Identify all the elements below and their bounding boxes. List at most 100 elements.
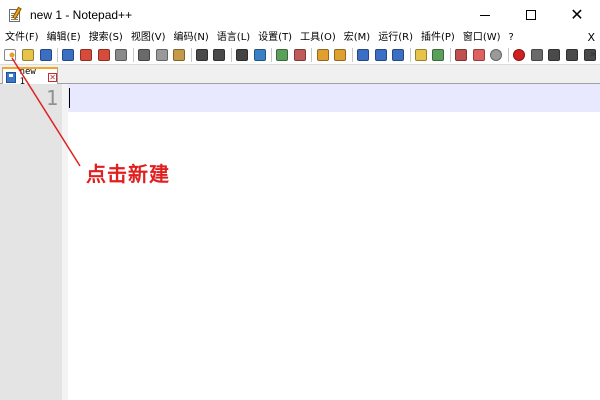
line-number-gutter: 1 xyxy=(0,84,68,400)
paste-button[interactable] xyxy=(172,47,187,63)
close-file-icon xyxy=(79,49,92,61)
sync-horizontal-icon xyxy=(334,49,347,61)
notepad-app-icon xyxy=(7,6,23,23)
saved-file-icon xyxy=(6,71,16,83)
menu-tools[interactable]: 工具(O) xyxy=(296,30,340,46)
doc-map-icon xyxy=(414,49,427,61)
menu-settings[interactable]: 设置(T) xyxy=(254,30,296,46)
minimize-button[interactable] xyxy=(462,0,508,30)
minimize-icon xyxy=(480,14,490,16)
close-button[interactable]: ✕ xyxy=(554,0,600,30)
close-all-button[interactable] xyxy=(96,47,111,63)
tab-new-1[interactable]: new 1 ✕ xyxy=(2,67,58,87)
redo-button[interactable] xyxy=(212,47,227,63)
indent-guide-button[interactable] xyxy=(391,47,406,63)
annotation-label: 点击新建 xyxy=(86,162,170,186)
toolbar-separator xyxy=(271,48,273,62)
toolbar-separator xyxy=(449,48,451,62)
open-file-button[interactable] xyxy=(21,47,36,63)
undo-button[interactable] xyxy=(194,47,209,63)
play-multiple-button[interactable] xyxy=(565,47,580,63)
menu-view[interactable]: 视图(V) xyxy=(127,30,170,46)
line-number: 1 xyxy=(45,86,58,110)
find-button[interactable] xyxy=(235,47,250,63)
oval-icon xyxy=(490,49,503,61)
word-wrap-icon xyxy=(356,49,369,61)
window-title: new 1 - Notepad++ xyxy=(30,8,133,22)
toolbar-overflow-icon[interactable]: » xyxy=(590,46,596,64)
record-macro-icon xyxy=(513,49,526,61)
toolbar-separator xyxy=(230,48,232,62)
doc-map-button[interactable] xyxy=(413,47,428,63)
new-file-icon xyxy=(4,49,17,61)
save-all-button[interactable] xyxy=(61,47,76,63)
menu-file[interactable]: 文件(F) xyxy=(0,30,43,46)
menu-macro[interactable]: 宏(M) xyxy=(340,30,374,46)
folder-workspace-button[interactable] xyxy=(454,47,469,63)
sync-horizontal-button[interactable] xyxy=(333,47,348,63)
find-icon xyxy=(236,49,249,61)
sync-vertical-icon xyxy=(316,49,329,61)
show-all-chars-button[interactable] xyxy=(373,47,388,63)
oval-button[interactable] xyxy=(489,47,504,63)
new-file-button[interactable] xyxy=(3,47,18,63)
close-document-button[interactable]: X xyxy=(587,30,595,46)
open-file-icon xyxy=(22,49,34,61)
fold-margin[interactable] xyxy=(62,84,68,400)
sync-vertical-button[interactable] xyxy=(315,47,330,63)
menu-run[interactable]: 运行(R) xyxy=(374,30,417,46)
save-icon xyxy=(39,49,52,61)
toolbar-separator xyxy=(351,48,353,62)
menu-help[interactable]: ? xyxy=(505,30,518,46)
toolbar-separator xyxy=(507,48,509,62)
menu-encoding[interactable]: 编码(N) xyxy=(170,30,213,46)
monitoring-icon xyxy=(472,49,485,61)
folder-workspace-icon xyxy=(455,49,468,61)
toolbar-separator xyxy=(57,48,58,62)
menu-bar: 文件(F) 编辑(E) 搜索(S) 视图(V) 编码(N) 语言(L) 设置(T… xyxy=(0,30,600,46)
copy-button[interactable] xyxy=(154,47,169,63)
cut-icon xyxy=(137,49,150,61)
menu-edit[interactable]: 编辑(E) xyxy=(43,30,85,46)
tab-bar: new 1 ✕ xyxy=(0,64,600,87)
monitoring-button[interactable] xyxy=(471,47,486,63)
tab-close-icon[interactable]: ✕ xyxy=(48,72,57,82)
zoom-in-button[interactable] xyxy=(275,47,290,63)
cut-button[interactable] xyxy=(137,47,152,63)
close-all-icon xyxy=(97,49,110,61)
stop-record-button[interactable] xyxy=(529,47,544,63)
play-multiple-icon xyxy=(566,49,579,61)
toolbar-separator xyxy=(190,48,192,62)
zoom-out-button[interactable] xyxy=(293,47,308,63)
replace-icon xyxy=(253,49,266,61)
record-macro-button[interactable] xyxy=(512,47,527,63)
toolbar-separator xyxy=(132,48,134,62)
word-wrap-button[interactable] xyxy=(356,47,371,63)
toolbar xyxy=(0,46,600,64)
stop-record-icon xyxy=(530,49,543,61)
maximize-icon xyxy=(526,10,536,20)
undo-icon xyxy=(195,49,208,61)
menu-window[interactable]: 窗口(W) xyxy=(459,30,505,46)
toolbar-separator xyxy=(311,48,313,62)
menu-language[interactable]: 语言(L) xyxy=(213,30,254,46)
notepad-window: new 1 - Notepad++ ✕ 文件(F) 编辑(E) 搜索(S) 视图… xyxy=(0,0,600,400)
replace-button[interactable] xyxy=(252,47,267,63)
function-list-icon xyxy=(432,49,445,61)
redo-icon xyxy=(213,49,226,61)
menu-search[interactable]: 搜索(S) xyxy=(85,30,127,46)
zoom-out-icon xyxy=(294,49,307,61)
save-button[interactable] xyxy=(38,47,53,63)
current-line-highlight[interactable] xyxy=(68,84,600,112)
editor-area[interactable]: 1 xyxy=(0,84,600,400)
play-macro-button[interactable] xyxy=(547,47,562,63)
function-list-button[interactable] xyxy=(431,47,446,63)
print-button[interactable] xyxy=(114,47,129,63)
indent-guide-icon xyxy=(392,49,405,61)
close-icon: ✕ xyxy=(570,5,584,24)
menu-plugins[interactable]: 插件(P) xyxy=(417,30,459,46)
close-file-button[interactable] xyxy=(79,47,94,63)
paste-icon xyxy=(173,49,186,61)
save-all-icon xyxy=(62,49,75,61)
maximize-button[interactable] xyxy=(508,0,554,30)
